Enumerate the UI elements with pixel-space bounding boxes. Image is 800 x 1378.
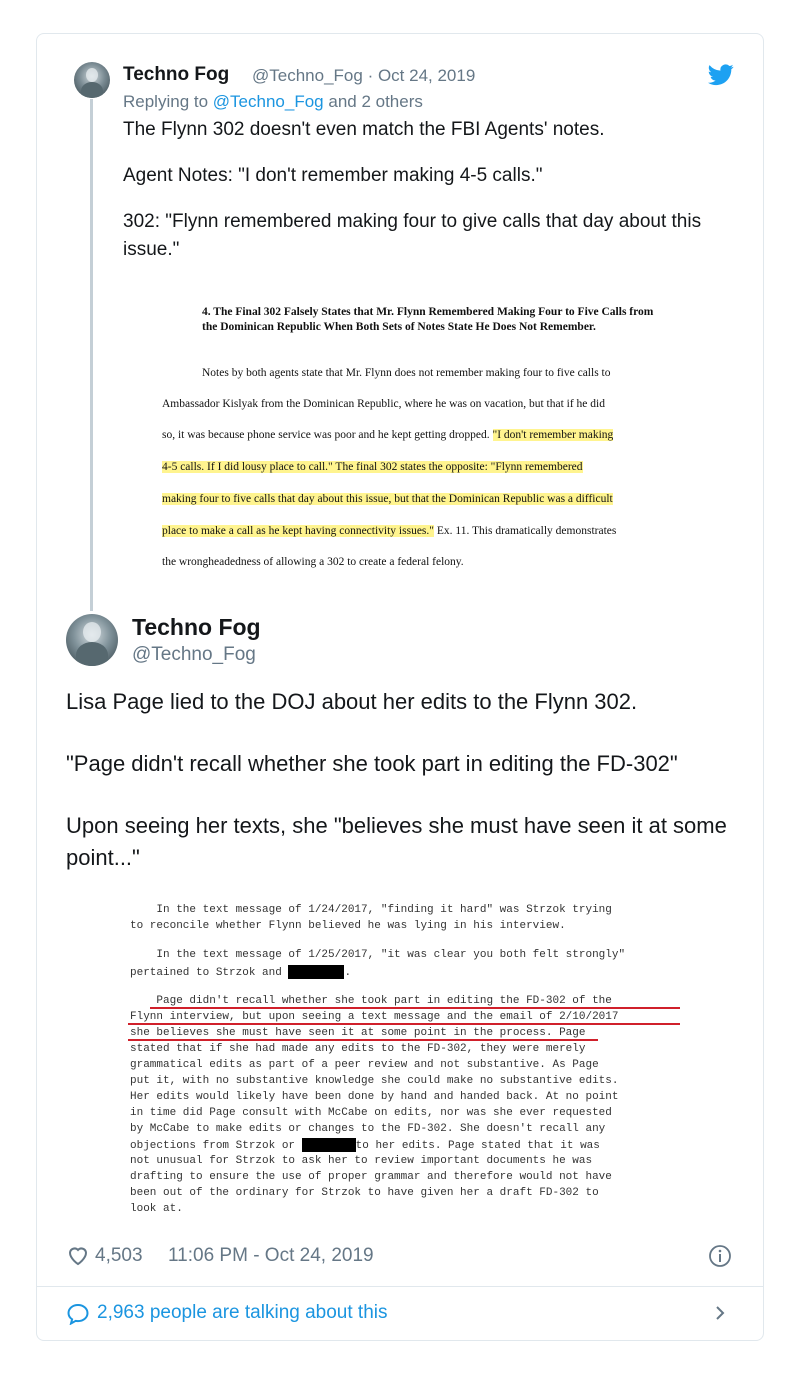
report-line: not unusual for Strzok to ask her to rev… — [130, 1155, 593, 1167]
document-highlight: 4-5 calls. If I did lousy place to call.… — [162, 461, 583, 473]
conversation-link[interactable]: 2,963 people are talking about this — [97, 1302, 388, 1324]
document-line: so, it was because phone service was poo… — [162, 423, 614, 447]
parent-date[interactable]: · Oct 24, 2019 — [368, 66, 476, 85]
report-line: by McCabe to make edits or changes to th… — [130, 1123, 606, 1135]
document-line: place to make a call as he kept having c… — [162, 519, 616, 543]
like-count[interactable]: 4,503 — [95, 1245, 143, 1267]
report-line: pertained to Strzok and . — [130, 965, 352, 979]
red-underline — [150, 1007, 680, 1009]
tweet-timestamp[interactable]: 11:06 PM - Oct 24, 2019 — [168, 1245, 374, 1267]
document-heading: 4. The Final 302 Falsely States that Mr.… — [202, 306, 654, 333]
red-underline — [128, 1023, 680, 1025]
report-line: grammatical edits as part of a peer revi… — [130, 1059, 599, 1071]
document-highlight: making four to five calls that day about… — [162, 493, 613, 505]
document-line: Ambassador Kislyak from the Dominican Re… — [162, 398, 605, 410]
red-underline — [128, 1039, 598, 1041]
parent-author-handle[interactable]: @Techno_Fog — [252, 66, 363, 85]
replying-to-line: Replying to @Techno_Fog and 2 others — [123, 92, 423, 112]
main-author-avatar[interactable] — [66, 614, 118, 666]
report-line: been out of the ordinary for Strzok to h… — [130, 1187, 599, 1199]
report-line: drafting to ensure the use of proper gra… — [130, 1171, 612, 1183]
report-line-text: Page — [552, 1027, 586, 1039]
report-line: look at. — [130, 1203, 183, 1215]
speech-bubble-icon[interactable] — [66, 1303, 90, 1325]
footer-divider — [37, 1286, 763, 1287]
replying-to-handle-link[interactable]: @Techno_Fog — [213, 92, 324, 111]
report-line: Flynn interview, but upon seeing a text … — [130, 1011, 619, 1023]
report-line: In the text message of 1/24/2017, "findi… — [130, 904, 612, 916]
document-line: Notes by both agents state that Mr. Flyn… — [202, 367, 611, 379]
heart-icon[interactable] — [66, 1244, 90, 1266]
report-line-text: pertained to Strzok and — [130, 966, 282, 979]
report-line: Her edits would likely have been done by… — [130, 1091, 619, 1103]
parent-author-handle-date[interactable]: @Techno_Fog · Oct 24, 2019 — [252, 66, 475, 86]
parent-tweet-text: The Flynn 302 doesn't even match the FBI… — [123, 116, 738, 282]
main-tweet-paragraph: Upon seeing her texts, she "believes she… — [66, 813, 727, 870]
parent-author-avatar[interactable] — [74, 62, 110, 98]
document-line-plain: so, it was because phone service was poo… — [162, 429, 490, 441]
main-author-name[interactable]: Techno Fog — [132, 614, 261, 641]
info-icon[interactable] — [708, 1244, 732, 1268]
thread-connector-line — [90, 99, 93, 611]
report-line: objections from Strzok or to her edits. … — [130, 1138, 600, 1153]
parent-tweet-image-document[interactable]: 4. The Final 302 Falsely States that Mr.… — [162, 305, 682, 568]
redaction-block — [288, 965, 345, 979]
twitter-bird-icon[interactable] — [708, 64, 734, 86]
document-highlight: "I don't remember making — [492, 429, 614, 441]
main-tweet-paragraph: "Page didn't recall whether she took par… — [66, 751, 678, 776]
redaction-block — [301, 1138, 356, 1152]
document-line: making four to five calls that day about… — [162, 487, 613, 511]
parent-tweet-paragraph: The Flynn 302 doesn't even match the FBI… — [123, 119, 605, 140]
report-line-text: to her edits. Page stated that it was — [355, 1139, 600, 1152]
replying-suffix: and 2 others — [328, 92, 423, 111]
parent-author-name[interactable]: Techno Fog — [123, 64, 229, 86]
main-author-handle[interactable]: @Techno_Fog — [132, 644, 256, 666]
replying-prefix: Replying to — [123, 92, 209, 111]
document-line-plain: Ex. 11. This dramatically demonstrates — [436, 525, 617, 537]
report-line: put it, with no substantive knowledge sh… — [130, 1075, 619, 1087]
report-line: In the text message of 1/25/2017, "it wa… — [130, 949, 626, 961]
report-line: in time did Page consult with McCabe on … — [130, 1107, 612, 1119]
report-line: stated that if she had made any edits to… — [130, 1043, 586, 1055]
report-line: Page didn't recall whether she took part… — [130, 995, 612, 1007]
report-line-text: objections from Strzok or — [130, 1139, 296, 1152]
parent-tweet-paragraph: Agent Notes: "I don't remember making 4-… — [123, 165, 543, 186]
chevron-right-icon[interactable] — [712, 1302, 728, 1324]
main-tweet-text: Lisa Page lied to the DOJ about her edit… — [66, 686, 736, 904]
parent-tweet-paragraph: 302: "Flynn remembered making four to gi… — [123, 211, 702, 260]
main-tweet-paragraph: Lisa Page lied to the DOJ about her edit… — [66, 689, 638, 714]
document-highlight: place to make a call as he kept having c… — [162, 525, 434, 537]
report-underlined-text: she believes she must have seen it at so… — [130, 1027, 553, 1039]
document-line: 4-5 calls. If I did lousy place to call.… — [162, 455, 583, 479]
report-line: to reconcile whether Flynn believed he w… — [130, 920, 566, 932]
report-line: she believes she must have seen it at so… — [130, 1026, 585, 1040]
document-line: the wrongheadedness of allowing a 302 to… — [162, 556, 464, 568]
